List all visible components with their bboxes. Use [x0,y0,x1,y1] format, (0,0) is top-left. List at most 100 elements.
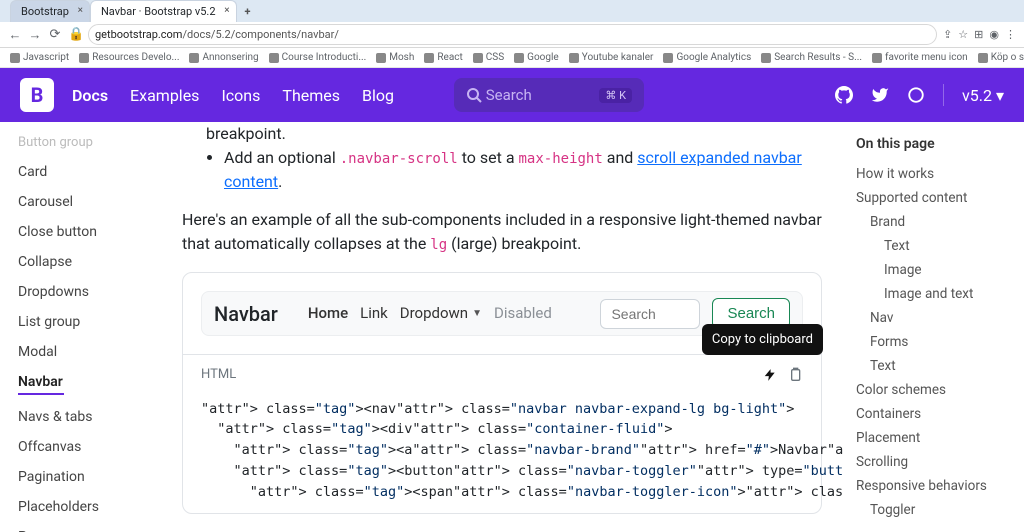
main-content: breakpoint. Add an optional .navbar-scro… [160,122,844,532]
search-input[interactable]: Search ⌘ K [454,78,644,112]
forward-button[interactable]: → [28,27,42,43]
code-token: max-height [519,151,603,167]
sidebar-item[interactable]: Card [18,157,160,187]
version-dropdown[interactable]: v5.2 ▾ [962,86,1004,105]
bookmark[interactable]: favorite menu icon [872,52,968,63]
sidebar-item[interactable]: Pagination [18,462,160,492]
extensions-icon[interactable]: ⊞ [974,28,983,41]
toc-title: On this page [856,136,1018,152]
twitter-icon[interactable] [871,86,889,104]
bootstrap-logo[interactable]: B [20,78,54,112]
code-token: .navbar-scroll [340,151,458,167]
tooltip: Copy to clipboard [702,324,823,356]
kbd-hint: ⌘ K [599,88,632,103]
toc-link[interactable]: Text [856,354,1018,378]
star-icon[interactable]: ☆ [958,28,968,41]
tab-strip: Bootstrap× Navbar · Bootstrap v5.2× + [0,0,1024,22]
code-block[interactable]: "attr"> class="tag"><nav"attr"> class="n… [183,395,821,514]
back-button[interactable]: ← [8,27,22,43]
toc-link[interactable]: Scrolling [856,450,1018,474]
sidebar-item[interactable]: Modal [18,337,160,367]
sidebar-item[interactable]: Popovers [18,522,160,532]
bookmark[interactable]: Search Results - S... [761,52,862,63]
bookmark[interactable]: Youtube kanaler [569,52,654,63]
nav-link-home[interactable]: Home [308,302,348,325]
header-nav: Docs Examples Icons Themes Blog [72,86,394,105]
sidebar-item[interactable]: Dropdowns [18,277,160,307]
toc-link[interactable]: Responsive behaviors [856,474,1018,498]
bookmark[interactable]: Mosh [376,52,414,63]
clipboard-icon[interactable] [787,366,803,384]
toc-link[interactable]: Image and text [856,282,1018,306]
nav-link-disabled: Disabled [494,302,552,325]
bookmark[interactable]: Köp o sälj [978,52,1024,63]
close-icon[interactable]: × [224,5,229,16]
toc-link[interactable]: Image [856,258,1018,282]
sidebar-item[interactable]: Placeholders [18,492,160,522]
toc-link[interactable]: Toggler [856,498,1018,522]
bookmark[interactable]: CSS [473,52,504,63]
on-this-page: On this page How it worksSupported conte… [844,122,1024,532]
sidebar-item[interactable]: Navs & tabs [18,402,160,432]
sidebar-item[interactable]: Close button [18,217,160,247]
toc-link[interactable]: Containers [856,402,1018,426]
nav-dropdown[interactable]: Dropdown ▼ [400,302,482,325]
nav-link[interactable]: Link [360,302,388,325]
chevron-down-icon: ▼ [472,306,482,321]
opencollective-icon[interactable] [907,86,925,104]
browser-tab[interactable]: Bootstrap× [10,0,90,22]
toc-link[interactable]: Nav [856,306,1018,330]
github-icon[interactable] [835,86,853,104]
stackblitz-icon[interactable] [763,366,777,384]
code-header: HTML Copy to clipboard [183,354,821,395]
bookmark[interactable]: Course Introducti... [269,52,367,63]
sidebar-item[interactable]: Button group [18,128,160,157]
bookmark[interactable]: React [424,52,462,63]
search-icon [466,87,482,103]
sidebar-item[interactable]: Collapse [18,247,160,277]
doc-paragraph: Here's an example of all the sub-compone… [182,208,822,256]
share-icon[interactable]: ⇪ [943,28,952,41]
profile-icon[interactable]: ◉ [989,28,999,41]
menu-icon[interactable]: ⋮ [1005,28,1016,41]
sidebar-item[interactable]: Navbar [18,367,160,402]
address-bar-row: ← → ⟳ 🔒 getbootstrap.com/docs/5.2/compon… [0,22,1024,48]
header-nav-link[interactable]: Blog [362,86,394,105]
header-nav-link[interactable]: Examples [130,86,199,105]
new-tab-button[interactable]: + [237,1,259,22]
site-header: B Docs Examples Icons Themes Blog Search ⌘ K… [0,68,1024,122]
code-lang-label: HTML [201,365,236,385]
header-nav-link[interactable]: Icons [221,86,260,105]
code-token: lg [430,237,447,253]
bookmarks-bar: Javascript Resources Develo... Annonsering… [0,48,1024,68]
bookmark[interactable]: Google [514,52,559,63]
close-icon[interactable]: × [78,5,83,16]
doc-bullet: Add an optional .navbar-scroll to set a … [224,146,822,194]
bookmark[interactable]: Google Analytics [663,52,751,63]
sidebar-item[interactable]: Carousel [18,187,160,217]
lock-icon: 🔒 [68,27,82,42]
bookmark[interactable]: Javascript [10,52,69,63]
header-nav-link[interactable]: Docs [72,86,108,105]
content-fragment: breakpoint. Add an optional .navbar-scro… [182,122,822,194]
toc-link[interactable]: Placement [856,426,1018,450]
bookmark[interactable]: Resources Develo... [79,52,179,63]
sidebar-item[interactable]: Offcanvas [18,432,160,462]
navbar-brand[interactable]: Navbar [214,299,278,329]
toc-link[interactable]: Color schemes [856,378,1018,402]
demo-search-input[interactable] [600,299,700,329]
toc-link[interactable]: Forms [856,330,1018,354]
toc-link[interactable]: How it works [856,162,1018,186]
sidebar-item[interactable]: List group [18,307,160,337]
browser-tab[interactable]: Navbar · Bootstrap v5.2× [90,0,237,22]
toc-link[interactable]: Supported content [856,186,1018,210]
toc-link[interactable]: Brand [856,210,1018,234]
toc-link[interactable]: Text [856,234,1018,258]
header-nav-link[interactable]: Themes [282,86,340,105]
chevron-down-icon: ▾ [996,86,1004,105]
components-sidebar: Button groupCardCarouselClose buttonColl… [0,122,160,532]
browser-chrome: Bootstrap× Navbar · Bootstrap v5.2× + ← … [0,0,1024,68]
address-bar[interactable]: getbootstrap.com/docs/5.2/components/nav… [88,24,937,45]
bookmark[interactable]: Annonsering [189,52,258,63]
reload-button[interactable]: ⟳ [48,27,62,42]
